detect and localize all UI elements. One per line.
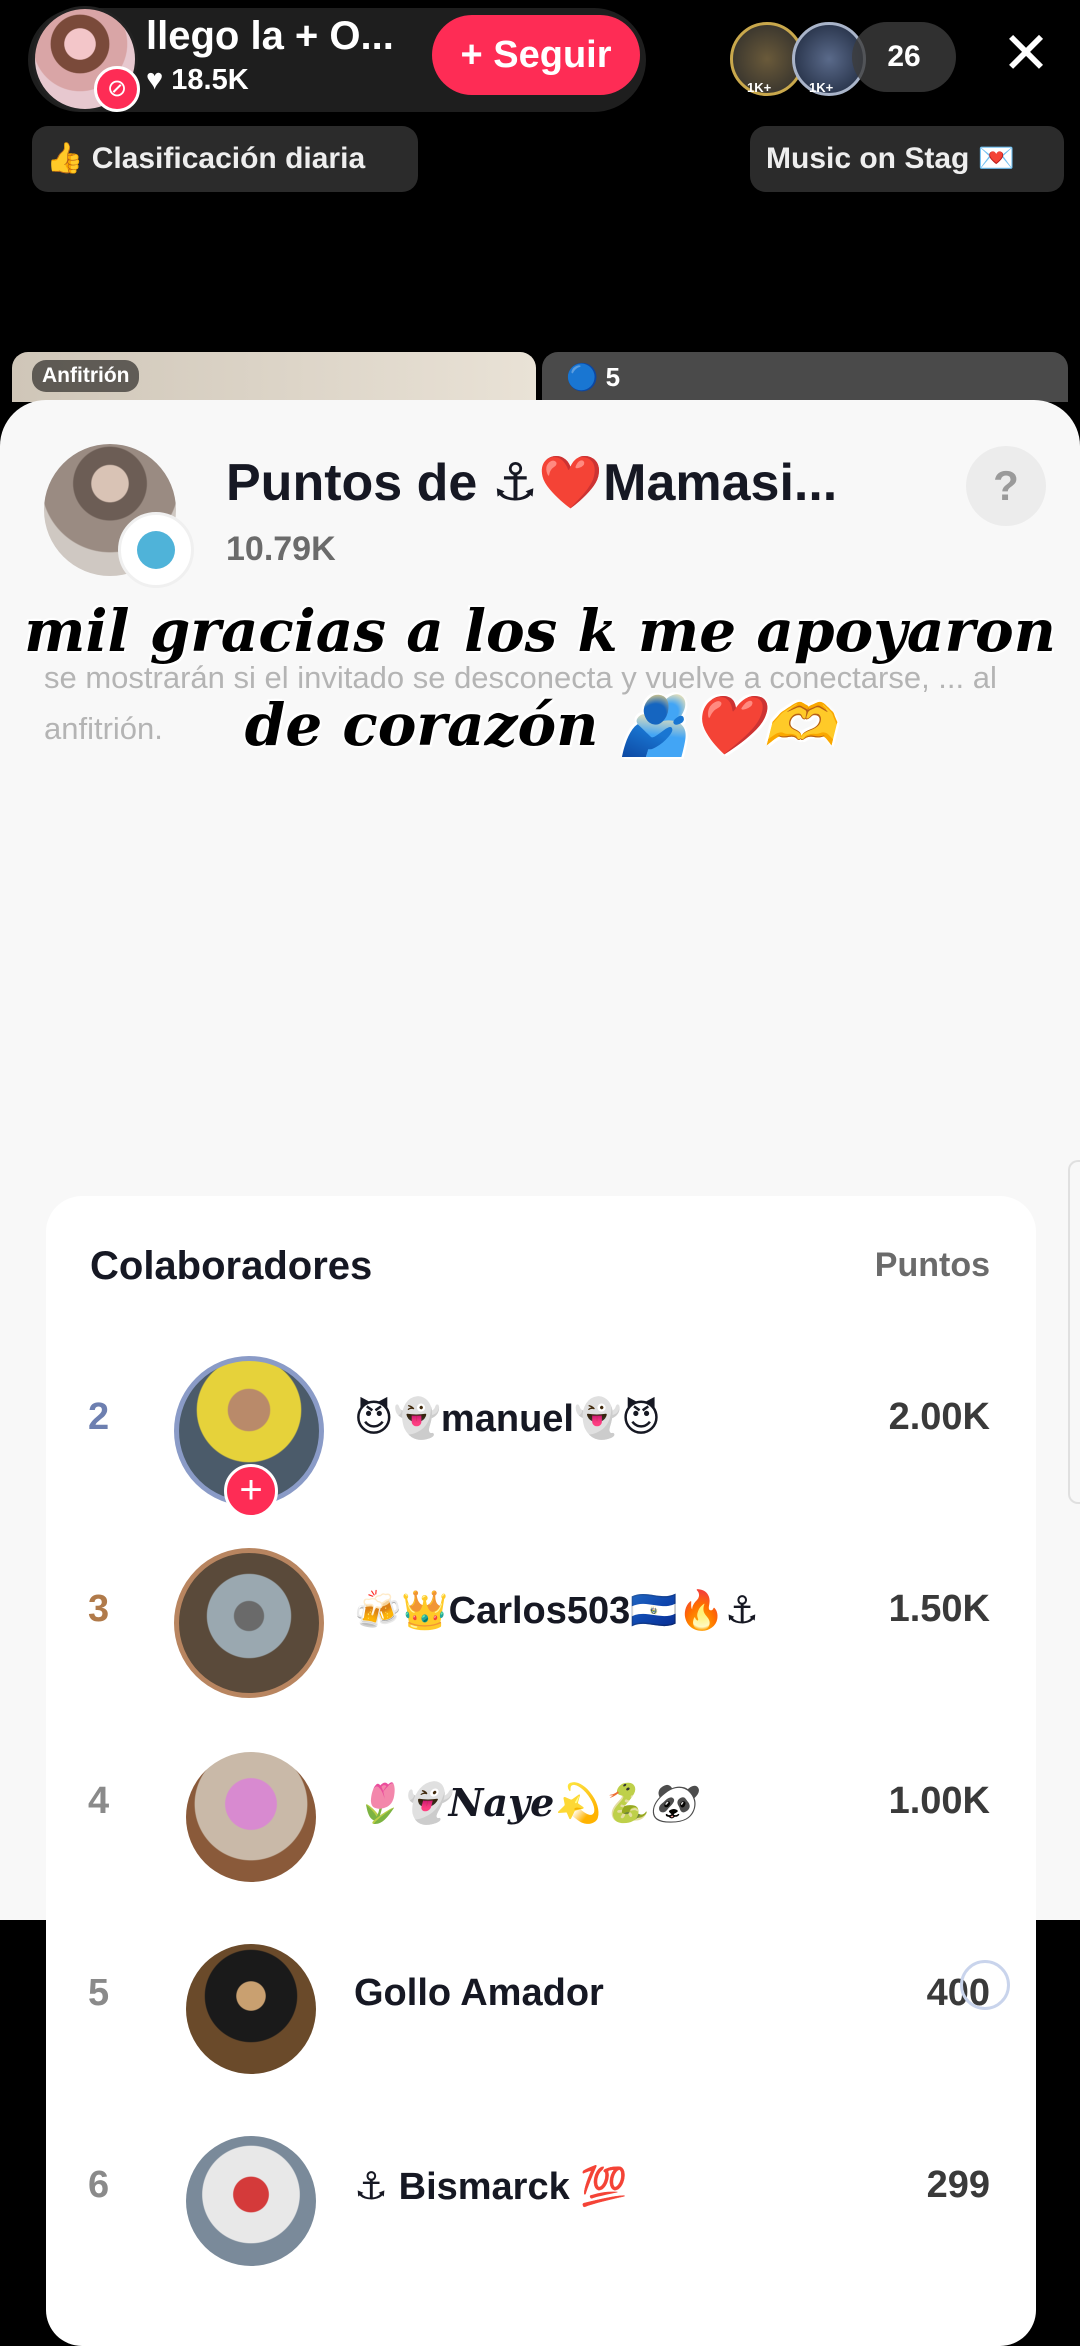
host-badge-icon: ⊘ xyxy=(94,66,140,112)
contributors-card: Colaboradores Puntos 2 + 😈👻manuel👻😈 2.00… xyxy=(46,1196,1036,2346)
contributors-header: Colaboradores xyxy=(90,1244,373,1288)
host-name[interactable]: llego la + O... xyxy=(146,14,394,59)
contributor-avatar[interactable] xyxy=(186,1752,316,1882)
caption-line-1: mil gracias a los k me apoyaron xyxy=(24,597,1056,665)
contributor-avatar[interactable] xyxy=(186,2136,316,2266)
contributor-row[interactable]: 4 🌷👻Naye💫🐍🐼 1.00K xyxy=(46,1730,1036,1890)
viewer-count[interactable]: 26 xyxy=(852,22,956,92)
caption-line-2: de corazón 🫂❤️🫶 xyxy=(244,691,836,759)
sheet-total-points: 10.79K xyxy=(226,530,336,568)
contributor-name: 😈👻manuel👻😈 xyxy=(354,1398,661,1440)
loading-indicator-icon xyxy=(960,1960,1010,2010)
contributor-name: ⚓ Bismarck 💯 xyxy=(354,2166,628,2208)
contributor-name: Gollo Amador xyxy=(354,1972,604,2014)
follow-button[interactable]: + Seguir xyxy=(432,15,640,95)
contributor-avatar[interactable] xyxy=(174,1548,324,1698)
rank-number: 6 xyxy=(88,2164,110,2206)
contributor-row[interactable]: 5 Gollo Amador 400 xyxy=(46,1922,1036,2082)
music-on-stage-chip[interactable]: Music on Stag 💌 xyxy=(750,126,1064,192)
rank-number: 4 xyxy=(88,1780,110,1822)
video-caption: mil gracias a los k me apoyaron de coraz… xyxy=(0,584,1080,772)
close-icon[interactable]: ✕ xyxy=(998,24,1054,84)
rank-number: 2 xyxy=(88,1396,110,1438)
contributor-row[interactable]: 2 + 😈👻manuel👻😈 2.00K xyxy=(46,1346,1036,1518)
follow-plus-icon[interactable]: + xyxy=(224,1464,278,1518)
contributor-points: 2.00K xyxy=(888,1396,990,1438)
contributor-row[interactable]: 3 🍻👑Carlos503🇸🇻🔥⚓ 1.50K xyxy=(46,1538,1036,1698)
guest-count: 🔵 5 xyxy=(566,362,621,392)
viewer-tag: 1K+ xyxy=(747,80,772,95)
contributor-name: 🌷👻Naye💫🐍🐼 xyxy=(354,1780,697,1825)
host-tile-label: Anfitrión xyxy=(32,360,140,392)
sheet-title: Puntos de ⚓❤️Mamasi... xyxy=(226,454,838,512)
rank-number: 3 xyxy=(88,1588,110,1630)
viewer-tag: 1K+ xyxy=(809,80,834,95)
contributor-points: 1.50K xyxy=(888,1588,990,1630)
points-header: Puntos xyxy=(874,1246,990,1284)
contributor-name: 🍻👑Carlos503🇸🇻🔥⚓ xyxy=(354,1590,759,1632)
contributor-avatar[interactable] xyxy=(186,1944,316,2074)
host-likes: ♥ 18.5K xyxy=(146,64,249,96)
rank-number: 5 xyxy=(88,1972,110,2014)
contributor-points: 1.00K xyxy=(888,1780,990,1822)
verified-badge-icon xyxy=(118,512,194,588)
guest-tile[interactable]: 🔵 5 xyxy=(542,352,1068,402)
contributor-points: 299 xyxy=(926,2164,990,2206)
daily-ranking-chip[interactable]: 👍 Clasificación diaria xyxy=(32,126,418,192)
host-tile[interactable]: Anfitrión xyxy=(12,352,536,402)
scrollbar[interactable] xyxy=(1068,1160,1080,1504)
help-icon[interactable]: ? xyxy=(966,446,1046,526)
contributor-row[interactable]: 6 ⚓ Bismarck 💯 299 xyxy=(46,2114,1036,2274)
